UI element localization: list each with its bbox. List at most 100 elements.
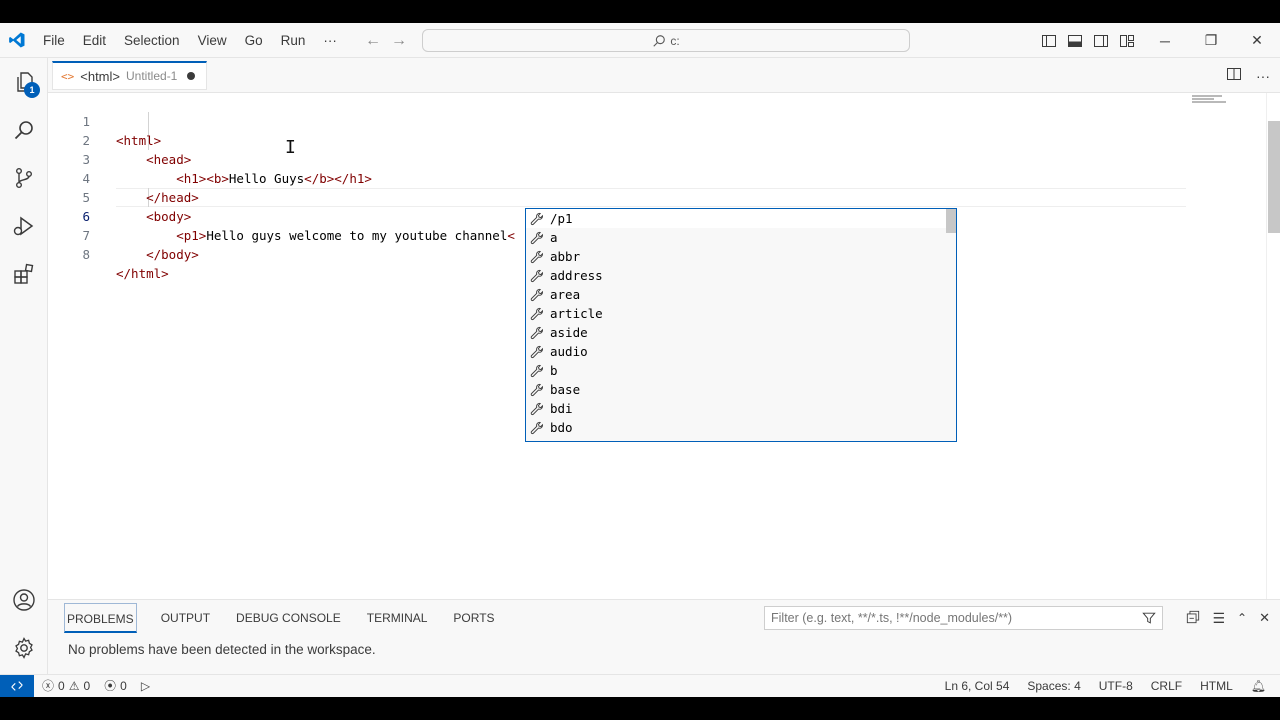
suggestion-label: bdo xyxy=(550,420,573,435)
menu-edit[interactable]: Edit xyxy=(74,23,115,58)
settings-gear-icon[interactable] xyxy=(0,624,48,672)
wrench-icon xyxy=(530,421,543,434)
remote-indicator-icon[interactable] xyxy=(0,674,34,697)
maximize-panel-icon[interactable]: ⌃ xyxy=(1237,611,1247,625)
wrench-icon xyxy=(530,307,543,320)
menu-bar: File Edit Selection View Go Run ··· xyxy=(34,23,346,58)
view-as-list-icon[interactable]: ☰ xyxy=(1212,610,1225,627)
suggestion-item[interactable]: bdo xyxy=(526,418,956,437)
problems-status[interactable]: ⓧ 0 ⚠ 0 xyxy=(42,677,90,694)
error-count: 0 xyxy=(58,678,65,693)
suggestion-label: base xyxy=(550,382,581,397)
code-line-5: 5 <body> xyxy=(48,169,1188,224)
suggestion-item[interactable]: address xyxy=(526,266,956,285)
wrench-icon xyxy=(530,326,543,339)
tab-debug-console[interactable]: DEBUG CONSOLE xyxy=(234,603,343,633)
tab-title: <html> xyxy=(80,68,120,84)
unsaved-dot-icon[interactable] xyxy=(187,72,196,80)
back-arrow-icon[interactable]: ← xyxy=(364,32,382,50)
menu-view[interactable]: View xyxy=(189,23,236,58)
extensions-icon[interactable] xyxy=(0,250,48,298)
wrench-icon xyxy=(530,212,543,225)
tab-untitled-1[interactable]: <> <html> Untitled-1 xyxy=(52,61,207,90)
toggle-primary-sidebar-icon[interactable] xyxy=(1040,32,1058,50)
line-number: 8 xyxy=(82,247,90,262)
suggest-scroll-thumb[interactable] xyxy=(946,209,956,233)
suggestion-label: article xyxy=(550,306,603,321)
command-center-search[interactable]: c: xyxy=(422,29,910,52)
suggestion-item[interactable]: base xyxy=(526,380,956,399)
notifications-bell-icon[interactable]: 🔔︎ xyxy=(1251,679,1266,693)
line-text: </body> xyxy=(146,247,199,262)
close-window-icon[interactable]: ✕ xyxy=(1234,23,1280,58)
indentation[interactable]: Spaces: 4 xyxy=(1027,679,1080,693)
suggestion-item[interactable]: b xyxy=(526,361,956,380)
mouse-ibeam-cursor-icon: I xyxy=(285,137,296,158)
window-controls: ─ ❐ ✕ xyxy=(1142,23,1280,58)
activity-bar: 1 xyxy=(0,58,48,674)
wrench-icon xyxy=(530,383,543,396)
tab-ports[interactable]: PORTS xyxy=(451,603,496,633)
menu-more[interactable]: ··· xyxy=(314,23,346,58)
minimap[interactable] xyxy=(1192,95,1228,107)
suggestion-item[interactable]: /p1 xyxy=(526,209,956,228)
editor-scroll-thumb[interactable] xyxy=(1268,121,1280,233)
minimize-icon[interactable]: ─ xyxy=(1142,23,1188,58)
suggestion-label: aside xyxy=(550,325,588,340)
suggestion-label: /p1 xyxy=(550,211,573,226)
suggestion-label: address xyxy=(550,268,603,283)
more-actions-icon[interactable]: ··· xyxy=(1256,68,1270,84)
run-debug-icon[interactable] xyxy=(0,202,48,250)
suggestion-label: b xyxy=(550,363,558,378)
editor-scrollbar[interactable] xyxy=(1266,93,1280,599)
code-line-4: 4 </head> xyxy=(48,150,1188,205)
status-bar: ⓧ 0 ⚠ 0 ⦿ 0 ▷ Ln 6, Col 54 Spaces: 4 UTF… xyxy=(0,674,1280,697)
suggestion-item[interactable]: aside xyxy=(526,323,956,342)
tab-terminal[interactable]: TERMINAL xyxy=(365,603,430,633)
suggestion-item[interactable]: area xyxy=(526,285,956,304)
suggestion-item[interactable]: abbr xyxy=(526,247,956,266)
editor-tab-bar: <> <html> Untitled-1 ··· xyxy=(48,58,1280,93)
filter-funnel-icon[interactable] xyxy=(1142,611,1156,625)
tab-problems[interactable]: PROBLEMS xyxy=(64,603,137,633)
ports-status[interactable]: ⦿ 0 xyxy=(104,677,127,694)
bottom-panel: PROBLEMS OUTPUT DEBUG CONSOLE TERMINAL P… xyxy=(48,599,1280,674)
explorer-badge: 1 xyxy=(24,82,40,98)
suggestion-label: area xyxy=(550,287,581,302)
cursor-position[interactable]: Ln 6, Col 54 xyxy=(945,679,1010,693)
menu-go[interactable]: Go xyxy=(236,23,272,58)
accounts-icon[interactable] xyxy=(0,576,48,624)
menu-run[interactable]: Run xyxy=(272,23,315,58)
problems-filter-input[interactable]: Filter (e.g. text, **/*.ts, !**/node_mod… xyxy=(764,606,1163,630)
restore-icon[interactable]: ❐ xyxy=(1188,23,1234,58)
toggle-panel-icon[interactable] xyxy=(1066,32,1084,50)
suggestion-item[interactable]: audio xyxy=(526,342,956,361)
forward-arrow-icon[interactable]: → xyxy=(390,32,408,50)
source-control-icon[interactable] xyxy=(0,154,48,202)
panel-tabs: PROBLEMS OUTPUT DEBUG CONSOLE TERMINAL P… xyxy=(64,600,497,636)
close-panel-icon[interactable]: ✕ xyxy=(1259,610,1270,626)
language-mode[interactable]: HTML xyxy=(1200,679,1233,693)
collapse-all-icon[interactable] xyxy=(1186,610,1200,627)
suggestion-label: audio xyxy=(550,344,588,359)
split-editor-icon[interactable] xyxy=(1226,66,1242,85)
suggestion-label: abbr xyxy=(550,249,581,264)
suggestion-item[interactable]: bdi xyxy=(526,399,956,418)
tab-description: Untitled-1 xyxy=(126,69,178,83)
suggestion-item[interactable]: a xyxy=(526,228,956,247)
debug-status-icon[interactable]: ▷ xyxy=(141,679,150,693)
explorer-icon[interactable]: 1 xyxy=(0,58,48,106)
menu-file[interactable]: File xyxy=(34,23,74,58)
end-of-line[interactable]: CRLF xyxy=(1151,679,1182,693)
encoding[interactable]: UTF-8 xyxy=(1099,679,1133,693)
suggestion-item[interactable]: article xyxy=(526,304,956,323)
warning-icon: ⚠ xyxy=(68,678,80,693)
panel-actions: ☰ ⌃ ✕ xyxy=(1186,600,1270,636)
customize-layout-icon[interactable] xyxy=(1118,32,1136,50)
tab-output[interactable]: OUTPUT xyxy=(159,603,212,633)
toggle-secondary-sidebar-icon[interactable] xyxy=(1092,32,1110,50)
menu-selection[interactable]: Selection xyxy=(115,23,189,58)
search-view-icon[interactable] xyxy=(0,106,48,154)
filter-placeholder: Filter (e.g. text, **/*.ts, !**/node_mod… xyxy=(771,611,1013,625)
wrench-icon xyxy=(530,250,543,263)
